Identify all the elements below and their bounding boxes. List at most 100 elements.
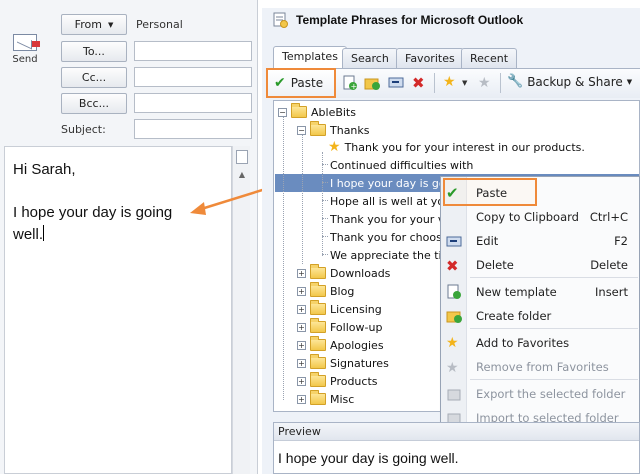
menu-item-edit[interactable]: Edit (476, 234, 498, 248)
panel-title: Template Phrases for Microsoft Outlook (296, 13, 524, 27)
new-template-icon[interactable]: + (342, 75, 358, 91)
send-button[interactable]: Send (4, 30, 46, 78)
tree-folder-label: Blog (330, 284, 355, 298)
tree-folder[interactable]: + Products (297, 372, 378, 390)
tree-item[interactable]: We appreciate the time (330, 246, 440, 264)
tree-folder[interactable]: + Licensing (297, 300, 382, 318)
tree-item[interactable]: Continued difficulties with (330, 156, 473, 174)
expand-icon[interactable]: + (297, 322, 306, 332)
folder-icon (310, 264, 326, 279)
tree-folder[interactable]: + Blog (297, 282, 354, 300)
edit-icon[interactable] (388, 75, 404, 91)
tab-search[interactable]: Search (342, 48, 398, 68)
folder-icon (310, 318, 326, 333)
template-phrases-icon (272, 12, 288, 28)
tree-line (302, 134, 303, 264)
cc-field[interactable] (134, 67, 252, 87)
tree-folder[interactable]: + Follow-up (297, 318, 382, 336)
tab-recent[interactable]: Recent (461, 48, 518, 68)
backup-share-label: Backup & Share (527, 74, 623, 89)
folder-icon (310, 390, 326, 405)
shortcut-new-template: Insert (595, 285, 628, 299)
from-label: From (74, 18, 102, 31)
new-folder-icon[interactable] (364, 75, 380, 91)
menu-item-new-template[interactable]: New template (476, 285, 557, 299)
folder-icon (310, 282, 326, 297)
new-template-icon (446, 284, 462, 300)
tree-line (322, 218, 328, 219)
menu-item-remove-favorites: Remove from Favorites (476, 360, 609, 374)
toolbar-separator (434, 73, 435, 93)
subject-label: Subject: (61, 123, 106, 136)
chevron-down-icon: ▼ (626, 77, 633, 86)
tree-item[interactable]: ★ Thank you for your interest in our pro… (328, 138, 585, 156)
tree-folder-thanks[interactable]: − Thanks (297, 121, 370, 139)
remove-favorite-icon: ★ (446, 360, 459, 376)
shortcut-edit: F2 (614, 234, 628, 248)
body-text: I hope your day is going well. (13, 204, 173, 243)
cc-button[interactable]: Cc... (61, 67, 127, 88)
menu-separator (470, 379, 638, 380)
folder-icon (310, 336, 326, 351)
menu-item-delete[interactable]: Delete (476, 258, 514, 272)
tree-item[interactable]: Hope all is well at your (330, 192, 440, 210)
tree-folder-label: Licensing (330, 302, 382, 316)
preview-header: Preview (274, 423, 639, 441)
star-icon: ★ (328, 139, 341, 155)
edit-icon (446, 234, 462, 250)
tree-item[interactable]: Thank you for your val (330, 210, 440, 228)
from-value: Personal (136, 18, 183, 31)
tab-templates[interactable]: Templates (273, 46, 347, 68)
remove-favorite-icon: ★ (478, 75, 491, 91)
tree-root-label: AbleBits (311, 105, 356, 119)
expand-icon[interactable]: + (297, 394, 306, 404)
add-favorite-icon: ★ (446, 335, 459, 351)
chevron-down-icon[interactable]: ▼ (462, 79, 467, 87)
collapse-icon[interactable]: − (278, 107, 287, 117)
add-favorite-icon[interactable]: ★ (443, 75, 459, 91)
new-folder-icon (446, 308, 462, 324)
tree-folder[interactable]: + Signatures (297, 354, 389, 372)
body-greeting: Hi Sarah, (13, 161, 76, 178)
paste-toolbar-button[interactable]: ✔ Paste (266, 68, 336, 98)
expand-icon[interactable]: + (297, 268, 306, 278)
tree-folder-label: Misc (330, 392, 355, 406)
checkmark-icon: ✔ (274, 75, 286, 91)
delete-icon: ✖ (446, 257, 459, 275)
to-field[interactable] (134, 41, 252, 61)
tree-line (322, 200, 328, 201)
expand-icon[interactable]: + (297, 286, 306, 296)
expand-icon[interactable]: + (297, 304, 306, 314)
tree-folder[interactable]: + Downloads (297, 264, 390, 282)
tab-favorites[interactable]: Favorites (396, 48, 464, 68)
tree-item[interactable]: Thank you for choosing (330, 228, 440, 246)
from-button[interactable]: From ▼ (61, 14, 127, 35)
to-button[interactable]: To... (61, 41, 127, 62)
tree-item-label: Continued difficulties with (330, 158, 474, 172)
delete-icon[interactable]: ✖ (412, 75, 428, 91)
tree-item-label: We appreciate the time (330, 248, 440, 262)
menu-item-create-folder[interactable]: Create folder (476, 309, 551, 323)
bcc-button[interactable]: Bcc... (61, 93, 127, 114)
subject-field[interactable] (134, 119, 252, 139)
menu-item-add-favorites[interactable]: Add to Favorites (476, 336, 569, 350)
menu-item-copy[interactable]: Copy to Clipboard (476, 210, 579, 224)
tree-line (322, 182, 328, 183)
doc-icon (236, 150, 248, 164)
expand-icon[interactable]: + (297, 340, 306, 350)
tree-folder[interactable]: + Misc (297, 390, 354, 408)
bcc-field[interactable] (134, 93, 252, 113)
expand-icon[interactable]: + (297, 376, 306, 386)
envelope-icon (13, 34, 40, 51)
tree-item-label: Thank you for your val (330, 212, 440, 226)
tree-folder-label: Thanks (330, 123, 370, 137)
tree-folder[interactable]: + Apologies (297, 336, 384, 354)
tree-item-selected[interactable]: I hope your day is going well. (330, 174, 440, 192)
menu-item-paste[interactable]: Paste (476, 186, 507, 200)
shortcut-copy: Ctrl+C (589, 210, 628, 224)
collapse-icon[interactable]: − (297, 125, 306, 135)
tree-root[interactable]: − AbleBits (278, 103, 356, 121)
backup-share-button[interactable]: 🔧 Backup & Share ▼ (507, 74, 632, 89)
expand-icon[interactable]: + (297, 358, 306, 368)
folder-icon (310, 354, 326, 369)
